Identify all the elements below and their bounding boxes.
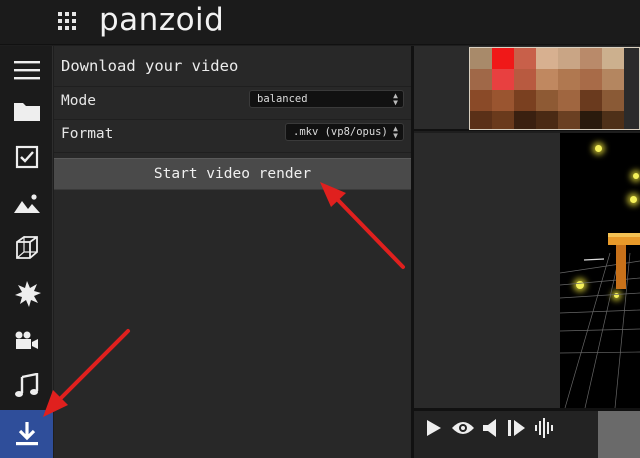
thumbnail-pixel [536, 69, 558, 90]
brand-logo[interactable]: panzoid [99, 0, 224, 40]
play-icon [427, 420, 441, 436]
asset-thumbnail[interactable] [469, 47, 640, 130]
thumbnail-pixel [536, 90, 558, 111]
thumbnail-pixel [558, 90, 580, 111]
select-arrows-icon: ▲ ▼ [393, 91, 398, 107]
divider [54, 119, 411, 120]
pixelated-thumbnail-image [470, 48, 639, 129]
select-arrows-icon: ▲ ▼ [393, 124, 398, 140]
visibility-button[interactable] [450, 417, 476, 439]
folder-icon [13, 102, 40, 121]
thumbnail-pixel [492, 48, 514, 69]
thumbnail-pixel [602, 48, 624, 69]
thumbnail-pixel [558, 48, 580, 69]
checkbox-icon [15, 145, 38, 168]
sidebar-item-images[interactable] [0, 182, 53, 223]
thumbnail-pixel [514, 69, 536, 90]
waveform-icon [535, 418, 553, 438]
eye-icon [452, 422, 474, 434]
thumbnail-pixel [470, 90, 492, 111]
thumbnail-pixel [514, 48, 536, 69]
sidebar-item-audio[interactable] [0, 365, 53, 406]
apps-grid-icon[interactable] [58, 12, 76, 30]
download-icon [15, 422, 38, 446]
image-icon [13, 193, 40, 213]
video-preview[interactable] [560, 133, 640, 408]
thumbnail-pixel [558, 69, 580, 90]
play-button[interactable] [424, 417, 444, 439]
format-select[interactable]: .mkv (vp8/opus) ▲ ▼ [285, 123, 404, 141]
mute-button[interactable] [481, 417, 499, 439]
tool-sidebar [0, 46, 53, 458]
mode-select-value: balanced [257, 93, 308, 105]
thumbnail-pixel [492, 90, 514, 111]
thumbnail-pixel [492, 69, 514, 90]
sidebar-item-menu[interactable] [0, 49, 53, 90]
timeline-track[interactable] [598, 411, 640, 458]
start-render-button[interactable]: Start video render [54, 158, 411, 190]
format-label: Format [61, 126, 114, 142]
camera-icon [15, 331, 38, 349]
thumbnail-pixel [602, 111, 624, 129]
volume-icon [483, 419, 496, 437]
mode-label: Mode [61, 93, 96, 109]
thumbnail-pixel [580, 90, 602, 111]
thumbnail-pixel [602, 90, 624, 111]
skip-button[interactable] [506, 417, 528, 439]
mode-select[interactable]: balanced ▲ ▼ [249, 90, 404, 108]
music-icon [14, 372, 38, 397]
thumbnail-pixel [580, 111, 602, 129]
thumbnail-pixel [492, 111, 514, 129]
thumbnail-pixel [470, 69, 492, 90]
thumbnail-pixel [536, 48, 558, 69]
transport-controls [414, 411, 598, 458]
sidebar-item-files[interactable] [0, 90, 53, 131]
thumbnail-pixel [514, 111, 536, 129]
divider [54, 152, 411, 153]
skip-icon [508, 420, 525, 436]
format-select-value: .mkv (vp8/opus) [293, 126, 388, 138]
thumbnail-pixel [536, 111, 558, 129]
burst-icon [14, 280, 41, 307]
3d-scene-graphic [560, 233, 640, 408]
thumbnail-pixel [470, 48, 492, 69]
thumbnail-pixel [580, 69, 602, 90]
thumbnail-pixel [558, 111, 580, 129]
sidebar-item-effects[interactable] [0, 273, 53, 314]
thumbnail-pixel [470, 111, 492, 129]
thumbnail-pixel [514, 90, 536, 111]
menu-icon [13, 60, 40, 79]
sidebar-item-download[interactable] [0, 410, 53, 458]
cube-icon [15, 235, 38, 259]
panel-title: Download your video [61, 57, 239, 75]
scene-outline [414, 133, 560, 408]
waveform-button[interactable] [533, 417, 557, 439]
top-bar: panzoid [0, 0, 640, 45]
sidebar-item-tasks[interactable] [0, 136, 53, 177]
sidebar-item-camera[interactable] [0, 319, 53, 360]
download-panel: Download your video Mode balanced ▲ ▼ For… [54, 46, 411, 458]
thumbnail-pixel [580, 48, 602, 69]
sidebar-item-3d[interactable] [0, 227, 53, 268]
thumbnail-pixel [602, 69, 624, 90]
divider [54, 86, 411, 87]
